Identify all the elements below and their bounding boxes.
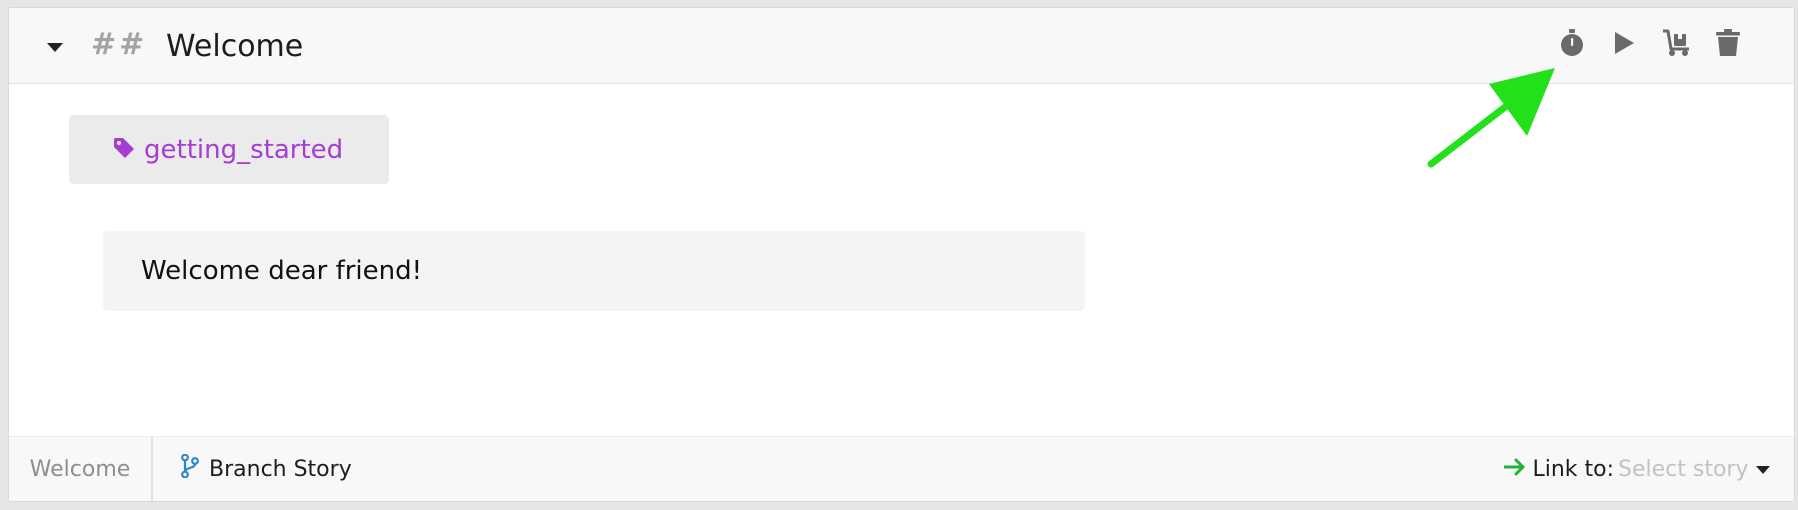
footer-story-name: Welcome <box>9 437 153 501</box>
story-title[interactable]: Welcome <box>166 28 303 66</box>
branch-story-label: Branch Story <box>209 456 352 482</box>
story-card: ## Welcome getting_started Welcome dear … <box>8 7 1795 502</box>
story-header: ## Welcome <box>9 8 1794 84</box>
branch-icon <box>181 453 199 484</box>
story-select[interactable]: Select story <box>1618 437 1770 501</box>
caret-down-icon <box>47 38 63 57</box>
play-icon <box>1613 31 1635 59</box>
arrow-right-icon <box>1503 457 1526 482</box>
cart-button[interactable] <box>1661 29 1691 61</box>
caret-down-icon <box>1756 460 1770 479</box>
play-button[interactable] <box>1610 31 1638 59</box>
bot-utterance[interactable]: Welcome dear friend! <box>103 231 1085 311</box>
branch-story-button[interactable]: Branch Story <box>181 437 352 501</box>
story-footer: Welcome Branch Story Link to: Select sto… <box>9 436 1794 501</box>
tag-label: getting_started <box>144 134 344 165</box>
link-to-label: Link to: <box>1532 456 1614 482</box>
collapse-toggle[interactable] <box>45 37 65 57</box>
heading-marker: ## <box>91 27 148 62</box>
story-select-placeholder: Select story <box>1618 456 1749 482</box>
stopwatch-icon <box>1559 29 1585 61</box>
timer-button[interactable] <box>1558 29 1586 61</box>
trash-icon <box>1716 29 1740 61</box>
delete-button[interactable] <box>1714 29 1742 61</box>
tag-icon <box>113 137 135 163</box>
dolly-icon <box>1661 29 1691 61</box>
story-tag[interactable]: getting_started <box>69 115 389 184</box>
story-actions <box>1558 29 1742 61</box>
link-to: Link to: <box>1503 437 1614 501</box>
